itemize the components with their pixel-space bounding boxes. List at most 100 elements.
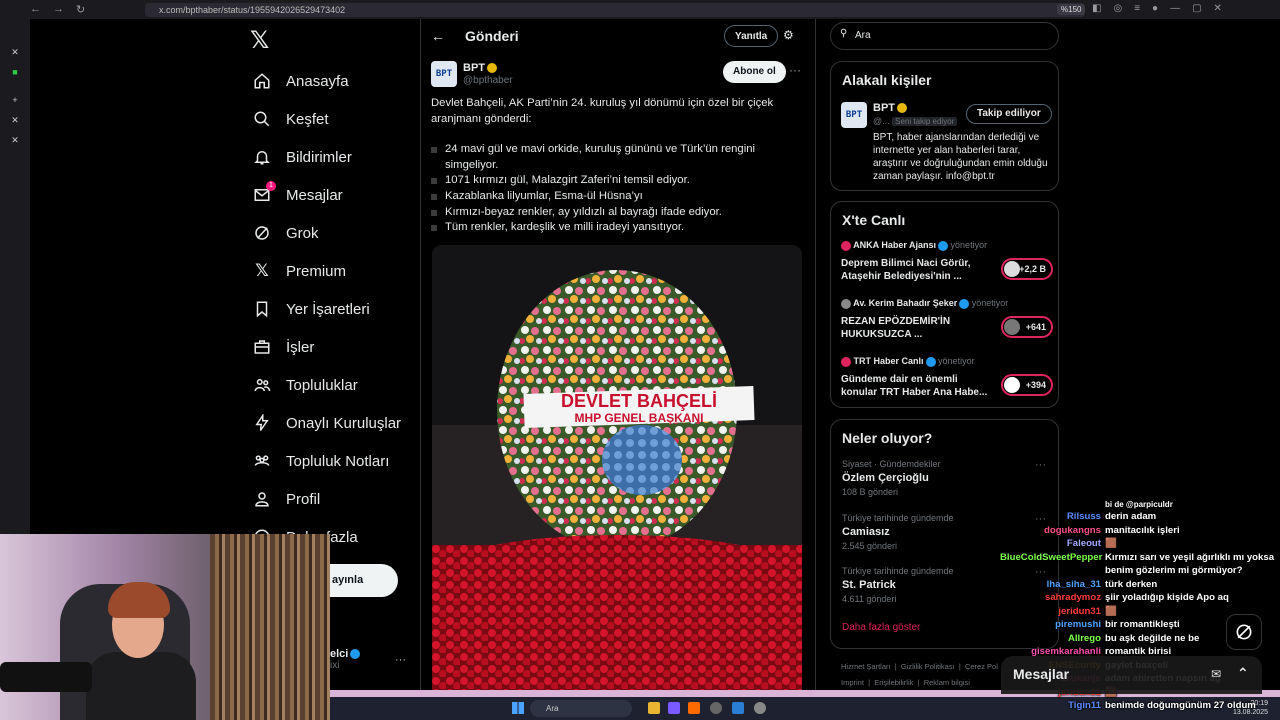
back-arrow-icon[interactable]: ← bbox=[431, 28, 445, 44]
search-input[interactable]: Ara bbox=[830, 22, 1059, 50]
nav-item-verified-orgs[interactable]: Onaylı Kuruluşlar bbox=[252, 404, 401, 442]
footer-link[interactable]: Reklam bilgisi bbox=[924, 678, 970, 687]
maximize-icon[interactable]: ▢ bbox=[1192, 3, 1201, 14]
x-logo-icon[interactable]: 𝕏 bbox=[250, 26, 269, 55]
subscribe-button[interactable]: Abone ol bbox=[723, 61, 786, 83]
live-listener-count[interactable]: +641 bbox=[1001, 316, 1053, 338]
chat-username[interactable]: jeridun31 bbox=[1000, 605, 1105, 619]
compose-message-icon[interactable]: ✉ bbox=[1211, 667, 1221, 681]
chat-message: lha_siha_31 türk derken bbox=[1000, 578, 1280, 592]
more-options-icon[interactable]: ··· bbox=[789, 63, 801, 77]
account-more-icon[interactable]: ··· bbox=[395, 654, 406, 666]
chat-username[interactable]: Tigin11 bbox=[1000, 699, 1105, 713]
folder-icon[interactable] bbox=[648, 702, 660, 714]
minimize-icon[interactable]: — bbox=[1170, 3, 1180, 14]
tab-x-icon-2[interactable]: ✕ bbox=[8, 115, 22, 125]
nav-item-premium[interactable]: 𝕏 Premium bbox=[252, 252, 401, 290]
author-name[interactable]: BPT bbox=[463, 62, 497, 74]
nav-item-notifications[interactable]: Bildirimler bbox=[252, 138, 401, 176]
chat-username[interactable]: Allrego bbox=[1000, 632, 1105, 646]
footer-link[interactable]: Çerez Pol bbox=[965, 662, 998, 671]
chat-username[interactable]: Faleout bbox=[1000, 537, 1105, 551]
nav-label: Anasayfa bbox=[286, 72, 349, 90]
zoom-level[interactable]: %150 bbox=[1057, 4, 1086, 15]
tab-x-icon-3[interactable]: ✕ bbox=[8, 135, 22, 145]
author-handle[interactable]: @bpthaber bbox=[463, 75, 513, 86]
grok-floating-button[interactable] bbox=[1226, 614, 1262, 650]
tab-excel-icon[interactable]: ■ bbox=[8, 67, 22, 77]
chat-username[interactable]: dogukangns bbox=[1000, 524, 1105, 538]
post-intro: Devlet Bahçeli, AK Parti’nin 24. kuruluş… bbox=[431, 97, 774, 125]
chat-username[interactable]: piremushi bbox=[1000, 618, 1105, 632]
close-icon[interactable]: ✕ bbox=[1214, 3, 1222, 14]
post-button[interactable]: ayınla bbox=[330, 564, 398, 597]
chat-text: derin adam bbox=[1105, 511, 1157, 522]
nav-item-messages[interactable]: 1 Mesajlar bbox=[252, 176, 401, 214]
tab-x-icon[interactable]: ✕ bbox=[8, 47, 22, 57]
banner-line1: DEVLET BAHÇELİ bbox=[561, 391, 717, 411]
windows-start-icon[interactable] bbox=[512, 702, 524, 714]
live-item[interactable]: ANKA Haber Ajansı yönetiyor Deprem Bilim… bbox=[841, 240, 1053, 283]
chat-username[interactable]: Rilsuss bbox=[1000, 510, 1105, 524]
app-icon[interactable] bbox=[754, 702, 766, 714]
extension-icon[interactable]: ◧ bbox=[1092, 3, 1101, 14]
following-button[interactable]: Takip ediliyor bbox=[966, 104, 1052, 124]
back-icon[interactable]: ← bbox=[30, 3, 41, 16]
live-listener-count[interactable]: +394 bbox=[1001, 374, 1053, 396]
show-more-link[interactable]: Daha fazla göster bbox=[842, 622, 920, 633]
footer-link[interactable]: Erişilebilirlik bbox=[874, 678, 913, 687]
address-bar[interactable]: x.com/bpthaber/status/195594202652947340… bbox=[145, 3, 1085, 17]
nav-item-profile[interactable]: Profil bbox=[252, 480, 401, 518]
related-title: Alakalı kişiler bbox=[842, 72, 932, 88]
trend-more-icon[interactable]: ··· bbox=[1035, 459, 1046, 471]
reply-button[interactable]: Yanıtla bbox=[724, 25, 779, 47]
nav-item-jobs[interactable]: İşler bbox=[252, 328, 401, 366]
steam-icon[interactable] bbox=[732, 702, 744, 714]
live-listener-count[interactable]: +2,2 B bbox=[1001, 258, 1053, 280]
footer-link[interactable]: Hizmet Şartları bbox=[841, 662, 891, 671]
live-host: TRT Haber Canlı yönetiyor bbox=[841, 356, 1053, 367]
messages-drawer-title: Mesajlar bbox=[1013, 666, 1070, 682]
trend-item[interactable]: Siyaset · Gündemdekiler Özlem Çerçioğlu … bbox=[842, 459, 1052, 497]
chat-username[interactable]: lha_siha_31 bbox=[1000, 578, 1105, 592]
author-avatar[interactable]: BPT bbox=[431, 61, 457, 87]
account-switcher[interactable]: elci ixi bbox=[330, 648, 361, 671]
messages-drawer[interactable]: Mesajlar ✉ ⌃ bbox=[1001, 656, 1262, 694]
user-icon bbox=[252, 489, 272, 509]
browser-sidebar: ✕ ■ + ✕ ✕ bbox=[0, 19, 30, 534]
nav-item-explore[interactable]: Keşfet bbox=[252, 100, 401, 138]
discord-icon[interactable] bbox=[668, 702, 680, 714]
firefox-icon[interactable] bbox=[688, 702, 700, 714]
live-avatar bbox=[1004, 319, 1020, 335]
nav-item-bookmarks[interactable]: Yer İşaretleri bbox=[252, 290, 401, 328]
menu-icon[interactable]: ≡ bbox=[1134, 3, 1140, 14]
reload-icon[interactable]: ↻ bbox=[76, 3, 85, 16]
post-photo[interactable]: DEVLET BAHÇELİ MHP GENEL BAŞKANI bbox=[432, 245, 802, 715]
footer-link[interactable]: Imprint bbox=[841, 678, 864, 687]
account-name: elci bbox=[330, 648, 349, 660]
nav-item-communities[interactable]: Topluluklar bbox=[252, 366, 401, 404]
taskbar-search[interactable]: Ara bbox=[530, 700, 632, 717]
related-name[interactable]: BPT bbox=[873, 102, 907, 114]
new-tab-icon[interactable]: + bbox=[8, 95, 22, 105]
profile-icon[interactable]: ● bbox=[1152, 3, 1158, 14]
expand-chevron-icon[interactable]: ⌃ bbox=[1237, 665, 1249, 682]
nav-item-home[interactable]: Anasayfa bbox=[252, 62, 401, 100]
live-item[interactable]: Av. Kerim Bahadır Şeker yönetiyor REZAN … bbox=[841, 298, 1053, 341]
sliders-icon[interactable]: ⚙ bbox=[783, 28, 794, 42]
obs-icon[interactable] bbox=[710, 702, 722, 714]
footer-link[interactable]: Gizlilik Politikası bbox=[901, 662, 955, 671]
bullet-emoji-icon bbox=[431, 209, 437, 216]
nav-item-grok[interactable]: Grok bbox=[252, 214, 401, 252]
shield-icon[interactable]: ◎ bbox=[1113, 3, 1122, 14]
nav-item-community-notes[interactable]: Topluluk Notları bbox=[252, 442, 401, 480]
live-item[interactable]: TRT Haber Canlı yönetiyor Gündeme dair e… bbox=[841, 356, 1053, 399]
forward-icon[interactable]: → bbox=[53, 3, 64, 16]
host-avatar bbox=[841, 298, 851, 309]
microphone-image bbox=[0, 662, 92, 692]
webcam-overlay bbox=[0, 534, 330, 720]
chat-username[interactable]: BlueColdSweetPepper bbox=[1000, 551, 1105, 578]
live-card: X'te Canlı ANKA Haber Ajansı yönetiyor D… bbox=[830, 201, 1059, 408]
related-avatar[interactable]: BPT bbox=[841, 102, 867, 128]
chat-username[interactable]: sahradymoz bbox=[1000, 591, 1105, 605]
